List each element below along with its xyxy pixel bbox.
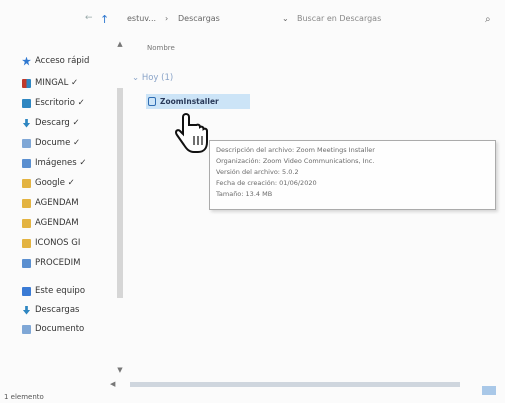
scroll-down-icon[interactable]: ▼ <box>116 366 124 374</box>
sidebar-item-label: Acceso rápid <box>35 56 90 66</box>
sidebar-item-label: AGENDAM <box>35 218 79 228</box>
scroll-up-icon[interactable]: ▲ <box>116 40 124 48</box>
sidebar-item-pc-downloads[interactable]: Descargas <box>22 302 79 318</box>
download-icon <box>22 305 31 315</box>
sidebar-item-label: AGENDAM <box>35 198 79 208</box>
status-text: 1 elemento <box>4 393 44 401</box>
scrollbar-thumb[interactable] <box>117 88 123 298</box>
folder-icon <box>22 238 31 248</box>
address-bar: ← ↑ estuv... › Descargas ⌄ Buscar en Des… <box>0 0 505 38</box>
sidebar-item-mingal[interactable]: MINGAL ✓ <box>22 75 78 91</box>
column-header-name[interactable]: Nombre <box>147 44 175 52</box>
sidebar-item-label: Imágenes ✓ <box>35 158 87 168</box>
sidebar-item-downloads[interactable]: Descarg ✓ <box>22 115 80 131</box>
pictures-icon <box>22 158 31 168</box>
app-icon <box>22 78 31 88</box>
star-icon <box>22 56 31 66</box>
search-icon[interactable]: ⌕ <box>485 14 491 25</box>
sidebar-item-desktop[interactable]: Escritorio ✓ <box>22 95 85 111</box>
tooltip-company: Organización: Zoom Video Communications,… <box>216 157 375 165</box>
sidebar-item-label: Docume ✓ <box>35 138 81 148</box>
desktop-icon <box>22 98 31 108</box>
details-view-icon[interactable] <box>482 386 496 395</box>
group-label: Hoy (1) <box>141 73 174 83</box>
sidebar-scrollbar[interactable]: ▲ ▼ <box>116 40 124 375</box>
sidebar-item-pictures[interactable]: Imágenes ✓ <box>22 155 87 171</box>
sidebar-item-iconos[interactable]: ICONOS GI <box>22 235 80 251</box>
hand-pointer-icon <box>174 112 208 153</box>
breadcrumb-separator: › <box>165 14 169 23</box>
back-button[interactable]: ← <box>85 13 93 23</box>
sidebar-item-this-pc[interactable]: Este equipo <box>22 283 85 299</box>
breadcrumb-item[interactable]: estuv... <box>127 14 156 23</box>
up-button[interactable]: ↑ <box>100 13 109 26</box>
sidebar-item-label: PROCEDIM <box>35 258 81 268</box>
breadcrumb-item[interactable]: Descargas <box>178 14 220 23</box>
file-item-zoom-installer[interactable]: ZoomInstaller <box>146 94 250 109</box>
search-input[interactable]: Buscar en Descargas <box>297 14 381 23</box>
tooltip-description: Descripción del archivo: Zoom Meetings I… <box>216 146 375 154</box>
sidebar-item-procedim[interactable]: PROCEDIM <box>22 255 80 271</box>
document-icon <box>22 324 31 334</box>
sidebar-item-agendam[interactable]: AGENDAM <box>22 215 79 231</box>
download-icon <box>22 118 31 128</box>
tooltip-size: Tamaño: 13.4 MB <box>216 190 273 198</box>
horizontal-scrollbar[interactable]: ◀ <box>110 380 505 389</box>
sidebar-item-pc-documents[interactable]: Documento <box>22 321 84 337</box>
sidebar-item-label: MINGAL ✓ <box>35 78 79 88</box>
sidebar-item-agendam[interactable]: AGENDAM <box>22 195 79 211</box>
sidebar-item-label: Google ✓ <box>35 178 75 188</box>
folder-icon <box>22 178 31 188</box>
computer-icon <box>22 286 31 296</box>
sidebar-item-label: ICONOS GI <box>35 238 81 248</box>
tooltip-version: Versión del archivo: 5.0.2 <box>216 168 299 176</box>
sidebar-item-label: Escritorio ✓ <box>35 98 85 108</box>
navigation-pane: Acceso rápid MINGAL ✓ Escritorio ✓ Desca… <box>0 38 120 380</box>
sidebar-item-google[interactable]: Google ✓ <box>22 175 75 191</box>
folder-icon <box>22 258 31 268</box>
document-icon <box>22 138 31 148</box>
scrollbar-thumb[interactable] <box>130 382 460 387</box>
file-name: ZoomInstaller <box>160 97 219 106</box>
file-info-tooltip: Descripción del archivo: Zoom Meetings I… <box>209 140 496 210</box>
zoom-file-icon <box>148 97 156 106</box>
address-dropdown-icon[interactable]: ⌄ <box>282 14 289 23</box>
sidebar-item-label: Descargas <box>35 305 80 315</box>
sidebar-item-label: Documento <box>35 324 85 334</box>
scroll-left-icon[interactable]: ◀ <box>110 380 115 389</box>
sidebar-item-quick-access[interactable]: Acceso rápid <box>22 53 89 69</box>
sidebar-item-label: Este equipo <box>35 286 86 296</box>
tooltip-date: Fecha de creación: 01/06/2020 <box>216 179 317 187</box>
folder-icon <box>22 218 31 228</box>
sidebar-item-documents[interactable]: Docume ✓ <box>22 135 80 151</box>
sidebar-item-label: Descarg ✓ <box>35 118 80 128</box>
group-header-today[interactable]: ⌄ Hoy (1) <box>132 73 173 83</box>
folder-icon <box>22 198 31 208</box>
